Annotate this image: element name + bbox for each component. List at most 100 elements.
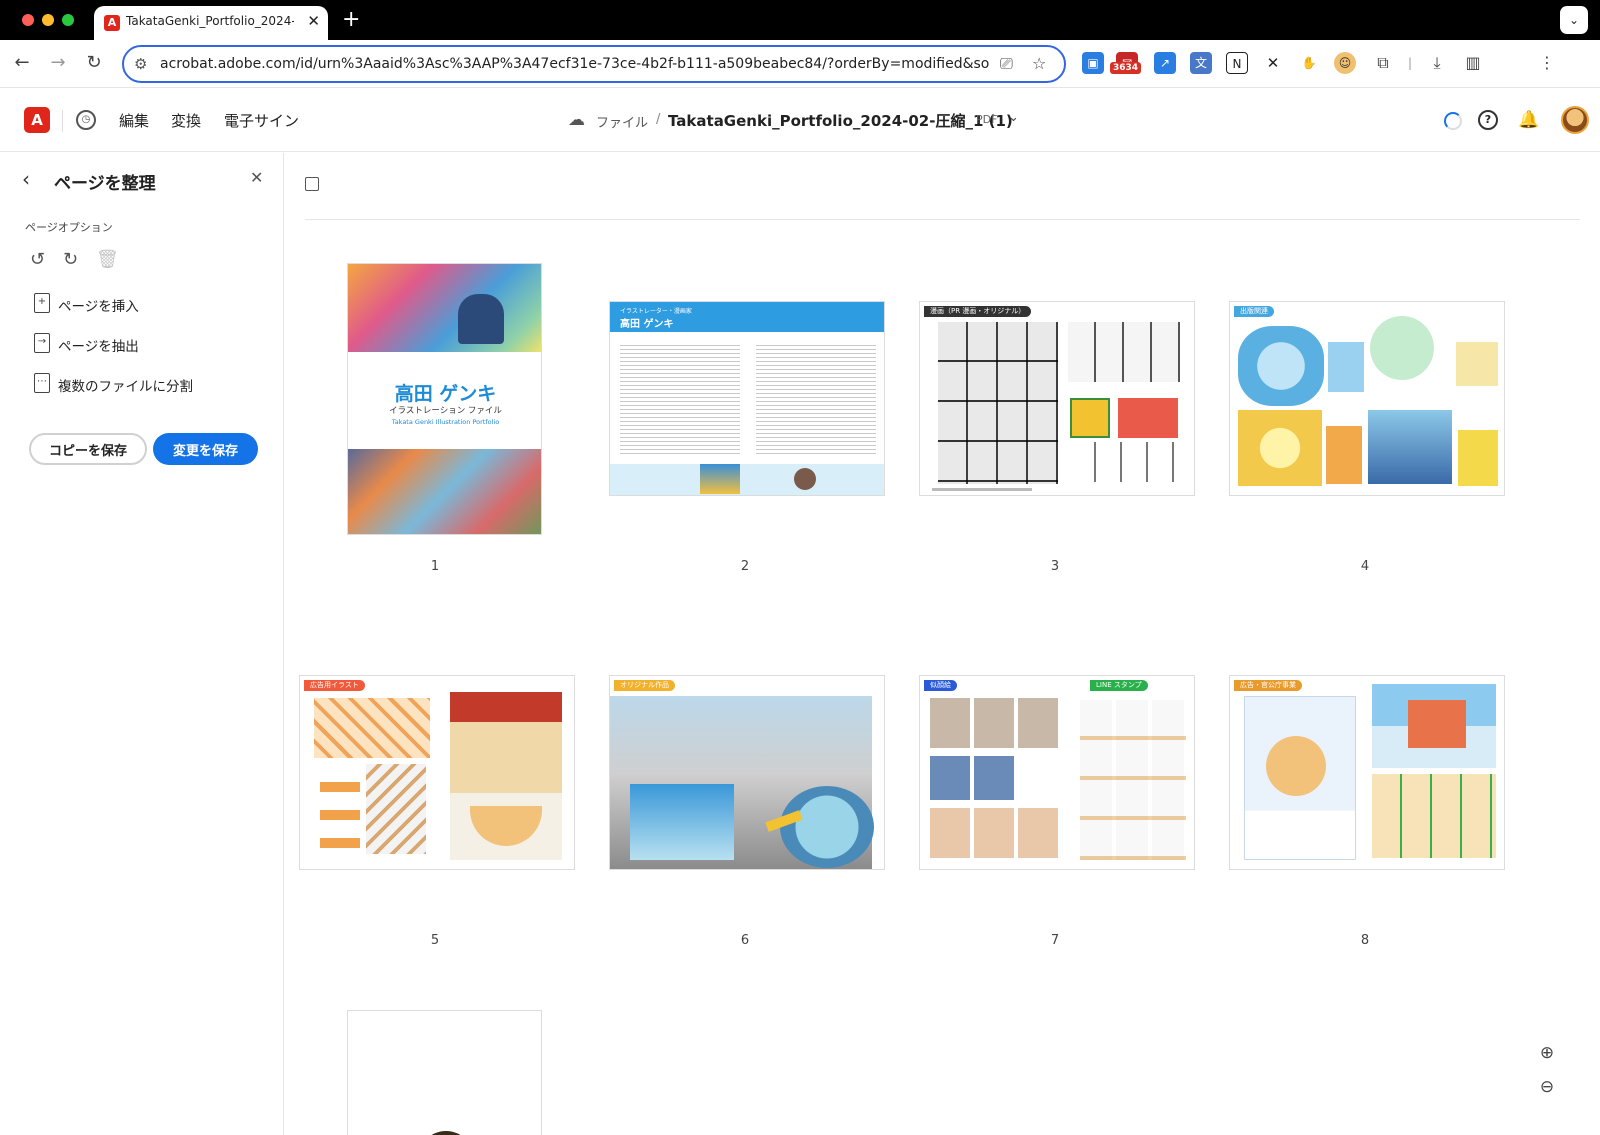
zoom-in-icon[interactable]: ⊕ (1533, 1039, 1561, 1067)
page-thumbnail-grid: 高田 ゲンキ イラストレーション ファイル Takata Genki Illus… (285, 153, 1600, 1135)
bell-icon[interactable]: 🔔 (1518, 110, 1539, 130)
profile-text-right (756, 342, 876, 457)
cover-subtitle-jp: イラストレーション ファイル (389, 406, 502, 416)
extension-hand-icon[interactable]: ✋ (1298, 52, 1320, 74)
reload-icon[interactable]: ↻ (82, 52, 106, 73)
tab-close-icon[interactable]: ✕ (307, 12, 320, 30)
site-settings-icon[interactable]: ⚙ (134, 55, 147, 73)
page-thumbnail-4[interactable]: 出版関連 (1229, 301, 1505, 496)
install-app-icon[interactable]: ⎚ (1000, 54, 1013, 74)
original-bicycle-ad (630, 784, 734, 860)
back-arrow-icon[interactable]: ← (10, 52, 34, 73)
page-thumbnail-6[interactable]: オリジナル作品 (609, 675, 885, 870)
app-header: A ◷ 編集 変換 電子サイン ☁ ファイル / TakataGenki_Por… (0, 88, 1600, 155)
ad-isometric-office (314, 698, 430, 758)
toolbar-divider: | (1408, 52, 1412, 74)
notion-icon[interactable]: N (1226, 52, 1248, 74)
publishing-illustration-1 (1238, 326, 1324, 406)
zoom-out-icon[interactable]: ⊖ (1533, 1073, 1561, 1101)
page-number-8: 8 (1360, 933, 1370, 948)
chrome-menu-icon[interactable]: ⋮ (1536, 52, 1558, 74)
history-icon[interactable]: ◷ (76, 110, 96, 130)
back-chevron-icon[interactable]: ‹ (22, 167, 30, 191)
acrobat-favicon-icon: A (104, 15, 120, 31)
download-icon[interactable]: ⤓ (1426, 52, 1448, 74)
maximize-window-button[interactable] (62, 14, 74, 26)
tab-edit[interactable]: 編集 (119, 110, 150, 155)
page-options-label: ページオプション (25, 221, 113, 234)
page-number-3: 3 (1050, 559, 1060, 574)
publishing-book-python (1326, 426, 1362, 484)
side-panel-icon[interactable]: ▥ (1462, 52, 1484, 74)
profile-photo (794, 468, 816, 490)
breadcrumb-files[interactable]: ファイル (596, 112, 648, 131)
extension-badge: 3634 (1110, 62, 1142, 74)
page-number-4: 4 (1360, 559, 1370, 574)
profile-name: 高田 ゲンキ (620, 319, 674, 330)
insert-page-icon: + (34, 293, 50, 313)
tab-esign[interactable]: 電子サイン (224, 110, 299, 131)
close-icon[interactable]: ✕ (250, 168, 263, 187)
browser-tab-active[interactable]: A TakataGenki_Portfolio_2024- ✕ (94, 6, 328, 40)
save-copy-button[interactable]: コピーを保存 (29, 433, 147, 465)
url-text[interactable]: acrobat.adobe.com/id/urn%3Aaaid%3Asc%3AA… (160, 56, 990, 72)
redo-icon[interactable]: ↻ (63, 249, 78, 270)
manga-color-panel-2 (1118, 398, 1178, 438)
extension-tab-icon[interactable]: ▣ (1082, 52, 1104, 74)
new-tab-icon[interactable]: + (342, 7, 360, 32)
tab-title: TakataGenki_Portfolio_2024- (126, 14, 294, 28)
page-thumbnail-7[interactable]: 似顔絵 LINE スタンプ (919, 675, 1195, 870)
breadcrumb-separator: / (656, 112, 661, 127)
manga-panels-right-bottom (1070, 442, 1178, 482)
extension-face-icon[interactable]: ☺ (1334, 52, 1356, 74)
page-thumbnail-5[interactable]: 広告用イラスト (299, 675, 575, 870)
cover-illustration-bottom (348, 449, 541, 534)
user-avatar[interactable] (1561, 106, 1589, 134)
publishing-illustration-3 (1238, 410, 1322, 486)
close-window-button[interactable] (22, 14, 34, 26)
undo-icon[interactable]: ↺ (30, 249, 45, 270)
extension-translate-icon[interactable]: 文 (1190, 52, 1212, 74)
page-footer (932, 488, 1032, 491)
cover-illustration-top (348, 264, 541, 352)
browser-tab-bar: A TakataGenki_Portfolio_2024- ✕ + ⌄ (0, 0, 1600, 40)
split-file-icon: ⋯ (34, 373, 50, 393)
header-divider (62, 110, 63, 132)
save-changes-button[interactable]: 変更を保存 (153, 433, 258, 465)
profile-text-left (620, 342, 740, 457)
page-thumbnail-9[interactable] (347, 1010, 542, 1135)
tab-search-chevron-icon[interactable]: ⌄ (1560, 6, 1588, 34)
tab-convert[interactable]: 変換 (171, 110, 201, 131)
trash-icon[interactable]: 🗑 (96, 249, 119, 270)
gov-floorplan (1372, 774, 1496, 858)
manga-color-panel-1 (1070, 398, 1110, 438)
page-thumbnail-1[interactable]: 高田 ゲンキ イラストレーション ファイル Takata Genki Illus… (347, 263, 542, 535)
extract-page-icon: → (34, 333, 50, 353)
profile-book-covers (700, 464, 740, 494)
gov-ad-character (1266, 736, 1326, 796)
cover-subtitle-en: Takata Genki Illustration Portfolio (391, 418, 500, 426)
bookmark-star-icon[interactable]: ☆ (1032, 54, 1046, 73)
x-extension-icon[interactable]: ✕ (1262, 52, 1284, 74)
acrobat-logo-icon[interactable]: A (24, 107, 50, 133)
organize-pages-panel: ‹ ページを整理 ✕ ページオプション ↺ ↻ 🗑 + ページを挿入 → ページ… (0, 153, 284, 1135)
chevron-down-icon[interactable]: ⌄ (1008, 110, 1019, 125)
page-number-6: 6 (740, 933, 750, 948)
help-icon[interactable]: ? (1478, 110, 1498, 130)
page-4-tag: 出版関連 (1234, 306, 1274, 317)
page-thumbnail-2[interactable]: イラストレーター・漫画家 高田 ゲンキ (609, 301, 885, 496)
select-all-checkbox[interactable] (305, 177, 319, 191)
manga-panels-right-top (1068, 322, 1180, 382)
page-thumbnail-3[interactable]: 漫画（PR 漫画・オリジナル） (919, 301, 1195, 496)
address-bar[interactable]: ⚙ acrobat.adobe.com/id/urn%3Aaaid%3Asc%3… (122, 45, 1066, 83)
page-5-tag: 広告用イラスト (304, 680, 365, 691)
page-thumbnail-8[interactable]: 広告・官公庁事業 (1229, 675, 1505, 870)
extension-arrow-icon[interactable]: ↗ (1154, 52, 1176, 74)
original-globe (780, 786, 874, 868)
extensions-puzzle-icon[interactable]: ⧉ (1372, 52, 1394, 74)
portrait-row-1 (930, 698, 1060, 748)
ad-people-column (320, 764, 360, 854)
panel-title: ページを整理 (54, 174, 156, 194)
forward-arrow-icon[interactable]: → (46, 52, 70, 73)
minimize-window-button[interactable] (42, 14, 54, 26)
